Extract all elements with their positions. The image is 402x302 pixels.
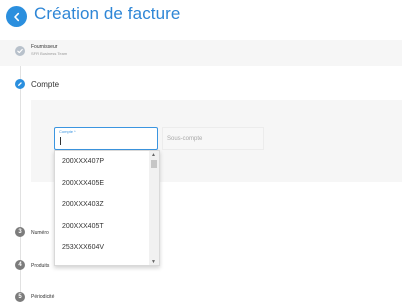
sous-compte-placeholder: Sous-compte (167, 136, 203, 142)
dropdown-option[interactable]: 200XXX405T (55, 216, 149, 238)
scroll-down-icon[interactable]: ▼ (151, 259, 156, 265)
dropdown-option[interactable]: 200XXX403Z (55, 194, 149, 216)
step-subtitle-fournisseur: SFR Business Team (31, 51, 68, 56)
text-cursor (60, 137, 61, 145)
scrollbar-thumb[interactable] (151, 160, 157, 168)
dropdown-scrollbar[interactable]: ▲ ▼ (149, 151, 159, 265)
compte-input[interactable]: Compte * (54, 127, 158, 150)
dropdown-list: 200XXX407P 200XXX405E 200XXX403Z 200XXX4… (55, 151, 149, 259)
dropdown-option[interactable]: 200XXX407P (55, 151, 149, 173)
check-icon (15, 46, 25, 56)
page-title: Création de facture (34, 4, 181, 23)
step-title-fournisseur: Fournisseur (31, 44, 58, 50)
dropdown-option[interactable]: 200XXX405E (55, 173, 149, 195)
step-title-periodicite[interactable]: Périodicité (31, 294, 54, 300)
compte-dropdown[interactable]: 200XXX407P 200XXX405E 200XXX403Z 200XXX4… (54, 150, 160, 266)
step-title-produits[interactable]: Produits (31, 263, 49, 269)
scroll-up-icon[interactable]: ▲ (151, 152, 156, 158)
step-title-numero[interactable]: Numéro (31, 230, 49, 236)
step-number-3: 3 (15, 227, 25, 237)
chevron-left-icon (13, 12, 19, 21)
step-number-5: 5 (15, 292, 25, 302)
step-number-4: 4 (15, 260, 25, 270)
sous-compte-input[interactable]: Sous-compte (162, 127, 264, 150)
back-button[interactable] (6, 6, 27, 27)
pencil-icon (15, 79, 25, 89)
step-title-compte: Compte (31, 80, 60, 89)
dropdown-option[interactable]: 253XXX604V (55, 237, 149, 259)
compte-label: Compte * (59, 129, 76, 134)
